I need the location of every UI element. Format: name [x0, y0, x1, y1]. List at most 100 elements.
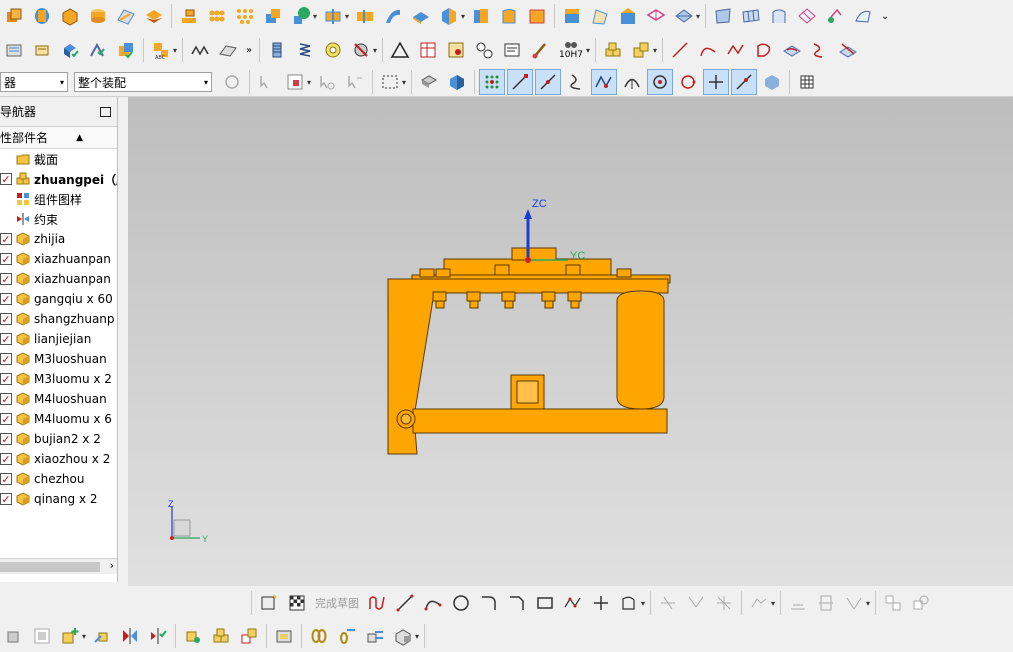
bolt-shank[interactable] — [469, 300, 479, 309]
pattern-feature-icon[interactable] — [176, 3, 202, 29]
nut[interactable] — [435, 268, 451, 278]
connector-block[interactable] — [511, 247, 557, 261]
tree-node[interactable]: zhijia — [0, 229, 117, 249]
trim-body-icon[interactable] — [320, 3, 346, 29]
finish-sketch-icon[interactable] — [284, 590, 310, 616]
quick-trim-icon[interactable] — [655, 590, 681, 616]
tree-node[interactable]: M3luomu x 2 — [0, 369, 117, 389]
replace-component-icon[interactable] — [29, 623, 55, 649]
chamfer-icon[interactable] — [113, 3, 139, 29]
tree-expander[interactable] — [0, 213, 12, 225]
rapid-dimension-icon[interactable] — [813, 590, 839, 616]
new-component-icon[interactable] — [57, 623, 83, 649]
tree-node[interactable]: xiazhuanpan — [0, 249, 117, 269]
studio-surface-icon[interactable] — [710, 3, 736, 29]
link-icon[interactable] — [306, 623, 332, 649]
scroll-right-icon[interactable]: › — [110, 559, 114, 572]
extrude-icon[interactable] — [1, 3, 27, 29]
through-curves-icon[interactable] — [615, 3, 641, 29]
triangle-icon[interactable] — [387, 37, 413, 63]
curve-icon[interactable] — [187, 37, 213, 63]
checkbox-checked[interactable] — [0, 293, 12, 305]
tree-node[interactable]: xiazhuanpan — [0, 269, 117, 289]
snap-settings-icon[interactable] — [314, 69, 340, 95]
spring-icon[interactable] — [292, 37, 318, 63]
line-icon[interactable] — [392, 590, 418, 616]
wave-geometry-linker-icon[interactable] — [180, 623, 206, 649]
quick-extend-icon[interactable] — [683, 590, 709, 616]
line-icon[interactable] — [667, 37, 693, 63]
nut[interactable] — [494, 264, 510, 276]
quadrant-snap-icon[interactable] — [675, 69, 701, 95]
nut[interactable] — [419, 268, 435, 278]
thicken-icon[interactable] — [408, 3, 434, 29]
component-icon[interactable] — [1, 623, 27, 649]
airbag-cylinder[interactable] — [616, 290, 665, 410]
tree-node[interactable]: 组件图样 — [0, 189, 117, 209]
existing-point-snap-icon[interactable] — [703, 69, 730, 95]
add-component-icon[interactable] — [57, 37, 83, 63]
tree-node[interactable]: xiaozhou x 2 — [0, 449, 117, 469]
bearing-icon[interactable] — [320, 37, 346, 63]
fit-tolerance-icon[interactable]: 10H7 — [555, 37, 587, 63]
checkbox-checked[interactable] — [0, 253, 12, 265]
tree-expander[interactable] — [0, 153, 12, 165]
bolt-head[interactable] — [541, 291, 556, 302]
checkbox-checked[interactable] — [0, 393, 12, 405]
bounded-plane-icon[interactable] — [643, 3, 669, 29]
bolt-head[interactable] — [567, 291, 582, 302]
tree-node[interactable]: shangzhuanp — [0, 309, 117, 329]
arc-center-snap-icon[interactable] — [619, 69, 645, 95]
model-canvas[interactable]: ZC YC Z Y — [128, 97, 1013, 586]
tree-node[interactable]: 约束 — [0, 209, 117, 229]
checkbox-checked[interactable] — [0, 453, 12, 465]
nut[interactable] — [565, 264, 581, 276]
point-icon[interactable] — [588, 590, 614, 616]
geometric-constraints-icon[interactable] — [785, 590, 811, 616]
shaded-view-icon[interactable] — [444, 69, 470, 95]
edge-blend-icon[interactable] — [524, 3, 550, 29]
ruled-surface-icon[interactable] — [587, 3, 613, 29]
midpoint-snap-icon[interactable] — [535, 69, 562, 95]
project-curve-icon[interactable] — [779, 37, 805, 63]
tree-node[interactable]: M3luoshuan — [0, 349, 117, 369]
datum-plane-icon[interactable] — [288, 3, 314, 29]
check-clearance-icon[interactable] — [145, 623, 171, 649]
assembly-navigator-icon[interactable] — [1, 37, 27, 63]
sort-ascending-icon[interactable]: ▲ — [76, 133, 83, 143]
graphics-viewport[interactable]: ZC YC Z Y — [128, 97, 1013, 586]
combine-icon[interactable] — [260, 3, 286, 29]
snap-point-toggle-icon[interactable] — [479, 69, 506, 95]
paint-brush-icon[interactable] — [527, 37, 553, 63]
tree-node[interactable]: qinang x 2 — [0, 489, 117, 509]
restore-window-icon[interactable] — [100, 106, 111, 117]
point-on-curve-snap-icon[interactable] — [731, 69, 758, 95]
tree-node[interactable]: M4luoshuan — [0, 389, 117, 409]
arc-icon[interactable] — [695, 37, 721, 63]
circle-icon[interactable] — [448, 590, 474, 616]
reference-link-icon[interactable] — [334, 623, 360, 649]
face-blend-icon[interactable] — [559, 3, 585, 29]
point-on-face-snap-icon[interactable] — [759, 69, 785, 95]
tree-node[interactable]: 截面 — [0, 149, 117, 169]
global-shaping-icon[interactable] — [822, 3, 848, 29]
checkbox-checked[interactable] — [0, 373, 12, 385]
edit-section-icon[interactable] — [29, 37, 55, 63]
bolt-shank[interactable] — [570, 300, 580, 309]
balloon-icon[interactable] — [471, 37, 497, 63]
weld-icon[interactable] — [348, 37, 374, 63]
select-feature-icon[interactable] — [254, 69, 280, 95]
checkbox-checked[interactable] — [0, 473, 12, 485]
checkbox-checked[interactable] — [0, 273, 12, 285]
alternate-solution-icon[interactable] — [908, 590, 934, 616]
nut[interactable] — [616, 268, 632, 278]
block-icon[interactable] — [57, 3, 83, 29]
checkbox-checked[interactable] — [0, 333, 12, 345]
type-filter-dropdown[interactable]: 器 ▾ — [0, 72, 68, 92]
bolt-head[interactable] — [466, 291, 481, 302]
offset-curve-icon[interactable] — [616, 590, 642, 616]
checkbox-checked[interactable] — [0, 353, 12, 365]
checkbox-checked[interactable] — [0, 413, 12, 425]
sketch-icon[interactable] — [256, 590, 282, 616]
parts-list-icon[interactable] — [443, 37, 469, 63]
